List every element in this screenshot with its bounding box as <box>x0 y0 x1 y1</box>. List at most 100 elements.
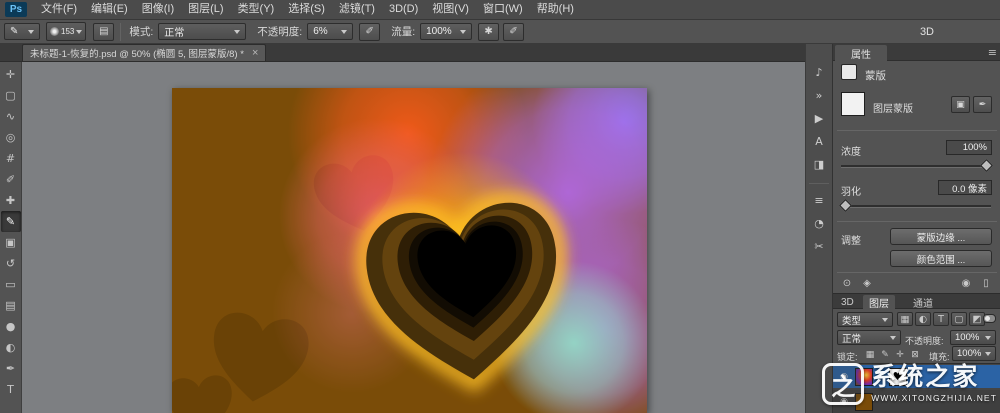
collapsed-panel-notes-icon[interactable]: ♪ <box>809 64 829 81</box>
history-brush-tool[interactable]: ↺ <box>1 253 21 274</box>
crop-tool[interactable]: # <box>1 148 21 169</box>
fill-label: 填充: <box>929 350 950 363</box>
layers-opacity-select[interactable]: 100% <box>950 330 996 345</box>
opacity-select[interactable]: 6% <box>307 23 353 40</box>
layers-opacity-label: 不透明度: <box>905 334 944 347</box>
eyedropper-tool-icon: ✐ <box>6 173 15 186</box>
pen-tool[interactable]: ✒ <box>1 358 21 379</box>
menu-image[interactable]: 图像(I) <box>135 0 181 19</box>
fill-select[interactable]: 100% <box>952 346 996 361</box>
layer-mask-thumbnail[interactable] <box>841 92 865 116</box>
spot-healing-brush-tool[interactable]: ✚ <box>1 190 21 211</box>
filter-type-layers-icon[interactable]: T <box>933 312 949 326</box>
workspace-switcher-3d[interactable]: 3D <box>912 24 942 40</box>
lasso-tool[interactable]: ∿ <box>1 106 21 127</box>
color-range-button-label: 颜色范围 ... <box>917 252 966 266</box>
lock-transparent-pixels-icon[interactable]: ▦ <box>863 348 877 361</box>
apply-mask-icon[interactable]: ◈ <box>859 276 875 290</box>
toggle-brush-panel-button[interactable]: ▤ <box>93 23 114 41</box>
menu-help[interactable]: 帮助(H) <box>530 0 581 19</box>
clone-stamp-tool[interactable]: ▣ <box>1 232 21 253</box>
menu-select[interactable]: 选择(S) <box>281 0 332 19</box>
tab-properties[interactable]: 属性 <box>835 45 887 61</box>
menu-3d[interactable]: 3D(D) <box>382 0 425 19</box>
pen-pressure-icon: ✐ <box>366 26 374 37</box>
gradient-tool[interactable]: ▤ <box>1 295 21 316</box>
dropdown-arrow-icon <box>985 336 991 340</box>
collapsed-panel-actions-icon[interactable]: » <box>809 87 829 104</box>
flow-label: 流量: <box>391 24 415 39</box>
dodge-tool[interactable]: ◐ <box>1 337 21 358</box>
quick-selection-tool-icon: ◎ <box>6 131 16 144</box>
tab-channels[interactable]: 通道 <box>907 295 939 310</box>
menu-window[interactable]: 窗口(W) <box>476 0 530 19</box>
load-selection-from-mask-icon[interactable]: ⊙ <box>839 276 855 290</box>
filter-adjustment-layers-icon[interactable]: ◐ <box>915 312 931 326</box>
dropdown-arrow-icon <box>890 336 896 340</box>
collapsed-panel-cut-icon[interactable]: ✂ <box>809 238 829 255</box>
tab-layers[interactable]: 图层 <box>863 295 895 310</box>
divider <box>837 221 997 222</box>
collapsed-panel-histogram-icon[interactable]: ≡ <box>809 192 829 209</box>
blur-tool[interactable]: ● <box>1 316 21 337</box>
document-canvas[interactable] <box>172 88 647 413</box>
pressure-opacity-button[interactable]: ✐ <box>359 23 380 41</box>
tab-3d[interactable]: 3D <box>835 295 860 310</box>
filter-pixel-layers-icon[interactable]: ▦ <box>897 312 913 326</box>
move-tool[interactable]: ✛ <box>1 64 21 85</box>
density-value-box[interactable]: 100% <box>946 140 992 155</box>
lock-position-icon[interactable]: ✛ <box>893 348 907 361</box>
quick-selection-tool[interactable]: ◎ <box>1 127 21 148</box>
select-vector-mask-button[interactable]: ✒ <box>973 96 992 113</box>
collapsed-panel-clock-icon[interactable]: ◔ <box>809 215 829 232</box>
dropdown-arrow-icon <box>234 30 240 34</box>
menu-view[interactable]: 视图(V) <box>425 0 476 19</box>
tool-preset-picker[interactable]: ✎ <box>4 23 40 40</box>
collapsed-panel-styles-icon[interactable]: ◨ <box>809 156 829 173</box>
menu-file[interactable]: 文件(F) <box>34 0 84 19</box>
brush-preset-picker[interactable]: 153 <box>46 22 86 41</box>
feather-slider-knob[interactable] <box>839 199 852 212</box>
density-slider[interactable] <box>841 165 991 168</box>
opacity-value: 6% <box>313 26 327 37</box>
layers-panel-tabs: 3D 图层 通道 <box>833 293 1000 309</box>
filter-shape-layers-icon[interactable]: ▢ <box>951 312 967 326</box>
density-slider-knob[interactable] <box>980 159 993 172</box>
lock-all-icon[interactable]: ⊠ <box>908 348 922 361</box>
collapsed-panel-play-icon[interactable]: ▶ <box>809 110 829 127</box>
layers-blend-mode-select[interactable]: 正常 <box>837 330 901 345</box>
collapsed-panel-character-icon[interactable]: A <box>809 133 829 150</box>
photoshop-logo-icon: Ps <box>5 2 27 17</box>
menu-layer[interactable]: 图层(L) <box>181 0 230 19</box>
lock-image-pixels-icon[interactable]: ✎ <box>878 348 892 361</box>
panel-menu-icon[interactable]: ≡ <box>988 46 997 59</box>
airbrush-toggle-button[interactable]: ✱ <box>478 23 499 41</box>
brush-tool[interactable]: ✎ <box>1 211 21 232</box>
feather-value-box[interactable]: 0.0 像素 <box>938 180 992 195</box>
color-range-button[interactable]: 颜色范围 ... <box>890 250 992 267</box>
dropdown-arrow-icon <box>76 30 82 34</box>
menu-type[interactable]: 类型(Y) <box>231 0 282 19</box>
crop-tool-icon: # <box>6 152 15 165</box>
eyedropper-tool[interactable]: ✐ <box>1 169 21 190</box>
menu-filter[interactable]: 滤镜(T) <box>332 0 382 19</box>
eraser-tool[interactable]: ▭ <box>1 274 21 295</box>
clone-stamp-tool-icon: ▣ <box>5 236 15 249</box>
flow-select[interactable]: 100% <box>420 23 472 40</box>
photoshop-window: Ps 文件(F) 编辑(E) 图像(I) 图层(L) 类型(Y) 选择(S) 滤… <box>0 0 1000 413</box>
close-tab-icon[interactable]: × <box>252 48 258 59</box>
document-tab[interactable]: 未标题-1-恢复的.psd @ 50% (椭圆 5, 图层蒙版/8) * × <box>22 44 266 61</box>
type-tool[interactable]: T <box>1 379 21 400</box>
blend-mode-select[interactable]: 正常 <box>158 23 246 40</box>
mask-visibility-eye-icon[interactable]: ◉ <box>958 276 974 290</box>
pressure-size-button[interactable]: ✐ <box>503 23 524 41</box>
menu-edit[interactable]: 编辑(E) <box>84 0 135 19</box>
rectangular-marquee-tool[interactable]: ▢ <box>1 85 21 106</box>
layer-filter-toggle[interactable] <box>983 314 996 323</box>
select-pixel-mask-button[interactable]: ▣ <box>951 96 970 113</box>
delete-mask-trash-icon[interactable]: ▯ <box>978 276 994 290</box>
mask-edge-button[interactable]: 蒙版边缘 ... <box>890 228 992 245</box>
watermark-logo-glyph: 之 <box>831 367 855 402</box>
feather-slider[interactable] <box>841 205 991 208</box>
layer-filter-type-select[interactable]: 类型 <box>837 312 893 327</box>
